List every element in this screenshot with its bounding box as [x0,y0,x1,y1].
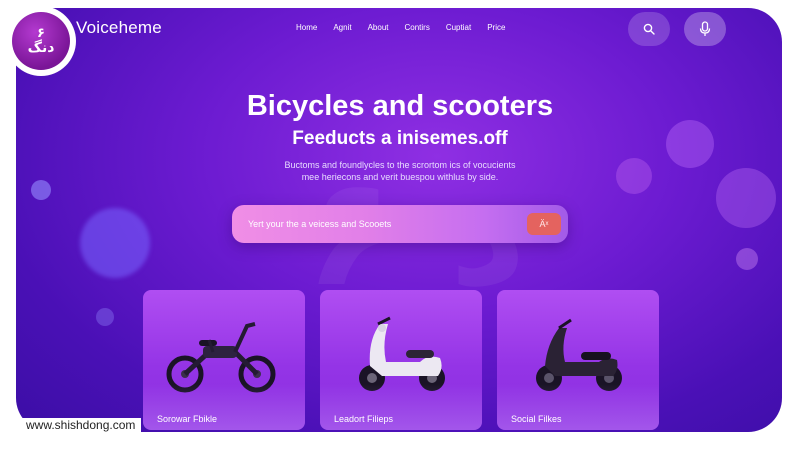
decor-bubble [716,168,776,228]
search-input[interactable] [248,214,518,234]
page-title: Bicycles and scooters [246,90,554,122]
decor-bubble [31,180,51,200]
site-url: www.shishdong.com [20,418,142,432]
search-button[interactable] [628,12,670,46]
brand-name[interactable]: Voiceheme [76,18,162,38]
voice-search-button[interactable] [684,12,726,46]
hero-description-line: Buctoms and foundlycles to the scrortom … [284,160,516,170]
decor-bubble [96,308,114,326]
logo-text: دنگ [27,39,55,56]
card-label: Leadort Filieps [334,414,394,424]
nav-item-home[interactable]: Home [296,23,317,32]
nav-item-agnit[interactable]: Agnit [333,23,351,32]
decor-bubble [736,248,758,270]
logo-seal: ۶ دنگ [12,12,70,70]
product-card[interactable]: Sorowar Fbikle [143,290,305,430]
hero-description: Buctoms and foundlycles to the scrortom … [250,159,550,183]
card-label: Social Filkes [511,414,562,424]
decor-bubble [616,158,652,194]
search-bar: Äˣ [232,205,568,243]
card-label: Sorowar Fbikle [157,414,218,424]
nav-item-about[interactable]: About [368,23,389,32]
site-logo[interactable]: ۶ دنگ [6,6,76,76]
product-card[interactable]: Social Filkes [497,290,659,430]
nav-item-cuptiat[interactable]: Cuptiat [446,23,471,32]
nav-item-contirs[interactable]: Contirs [404,23,429,32]
logo-text: ۶ [37,25,45,41]
nav-item-price[interactable]: Price [487,23,505,32]
decor-bubble [80,208,150,278]
hero-description-line: mee heriecons and verit buespou withlus … [301,172,499,182]
product-card[interactable]: Leadort Filieps [320,290,482,430]
main-nav: Home Agnit About Contirs Cuptiat Price [296,23,505,32]
search-icon [643,23,655,35]
microphone-icon [699,21,711,36]
search-submit-button[interactable]: Äˣ [527,213,561,235]
page-subtitle: Feeducts a inisemes.off [292,128,508,149]
